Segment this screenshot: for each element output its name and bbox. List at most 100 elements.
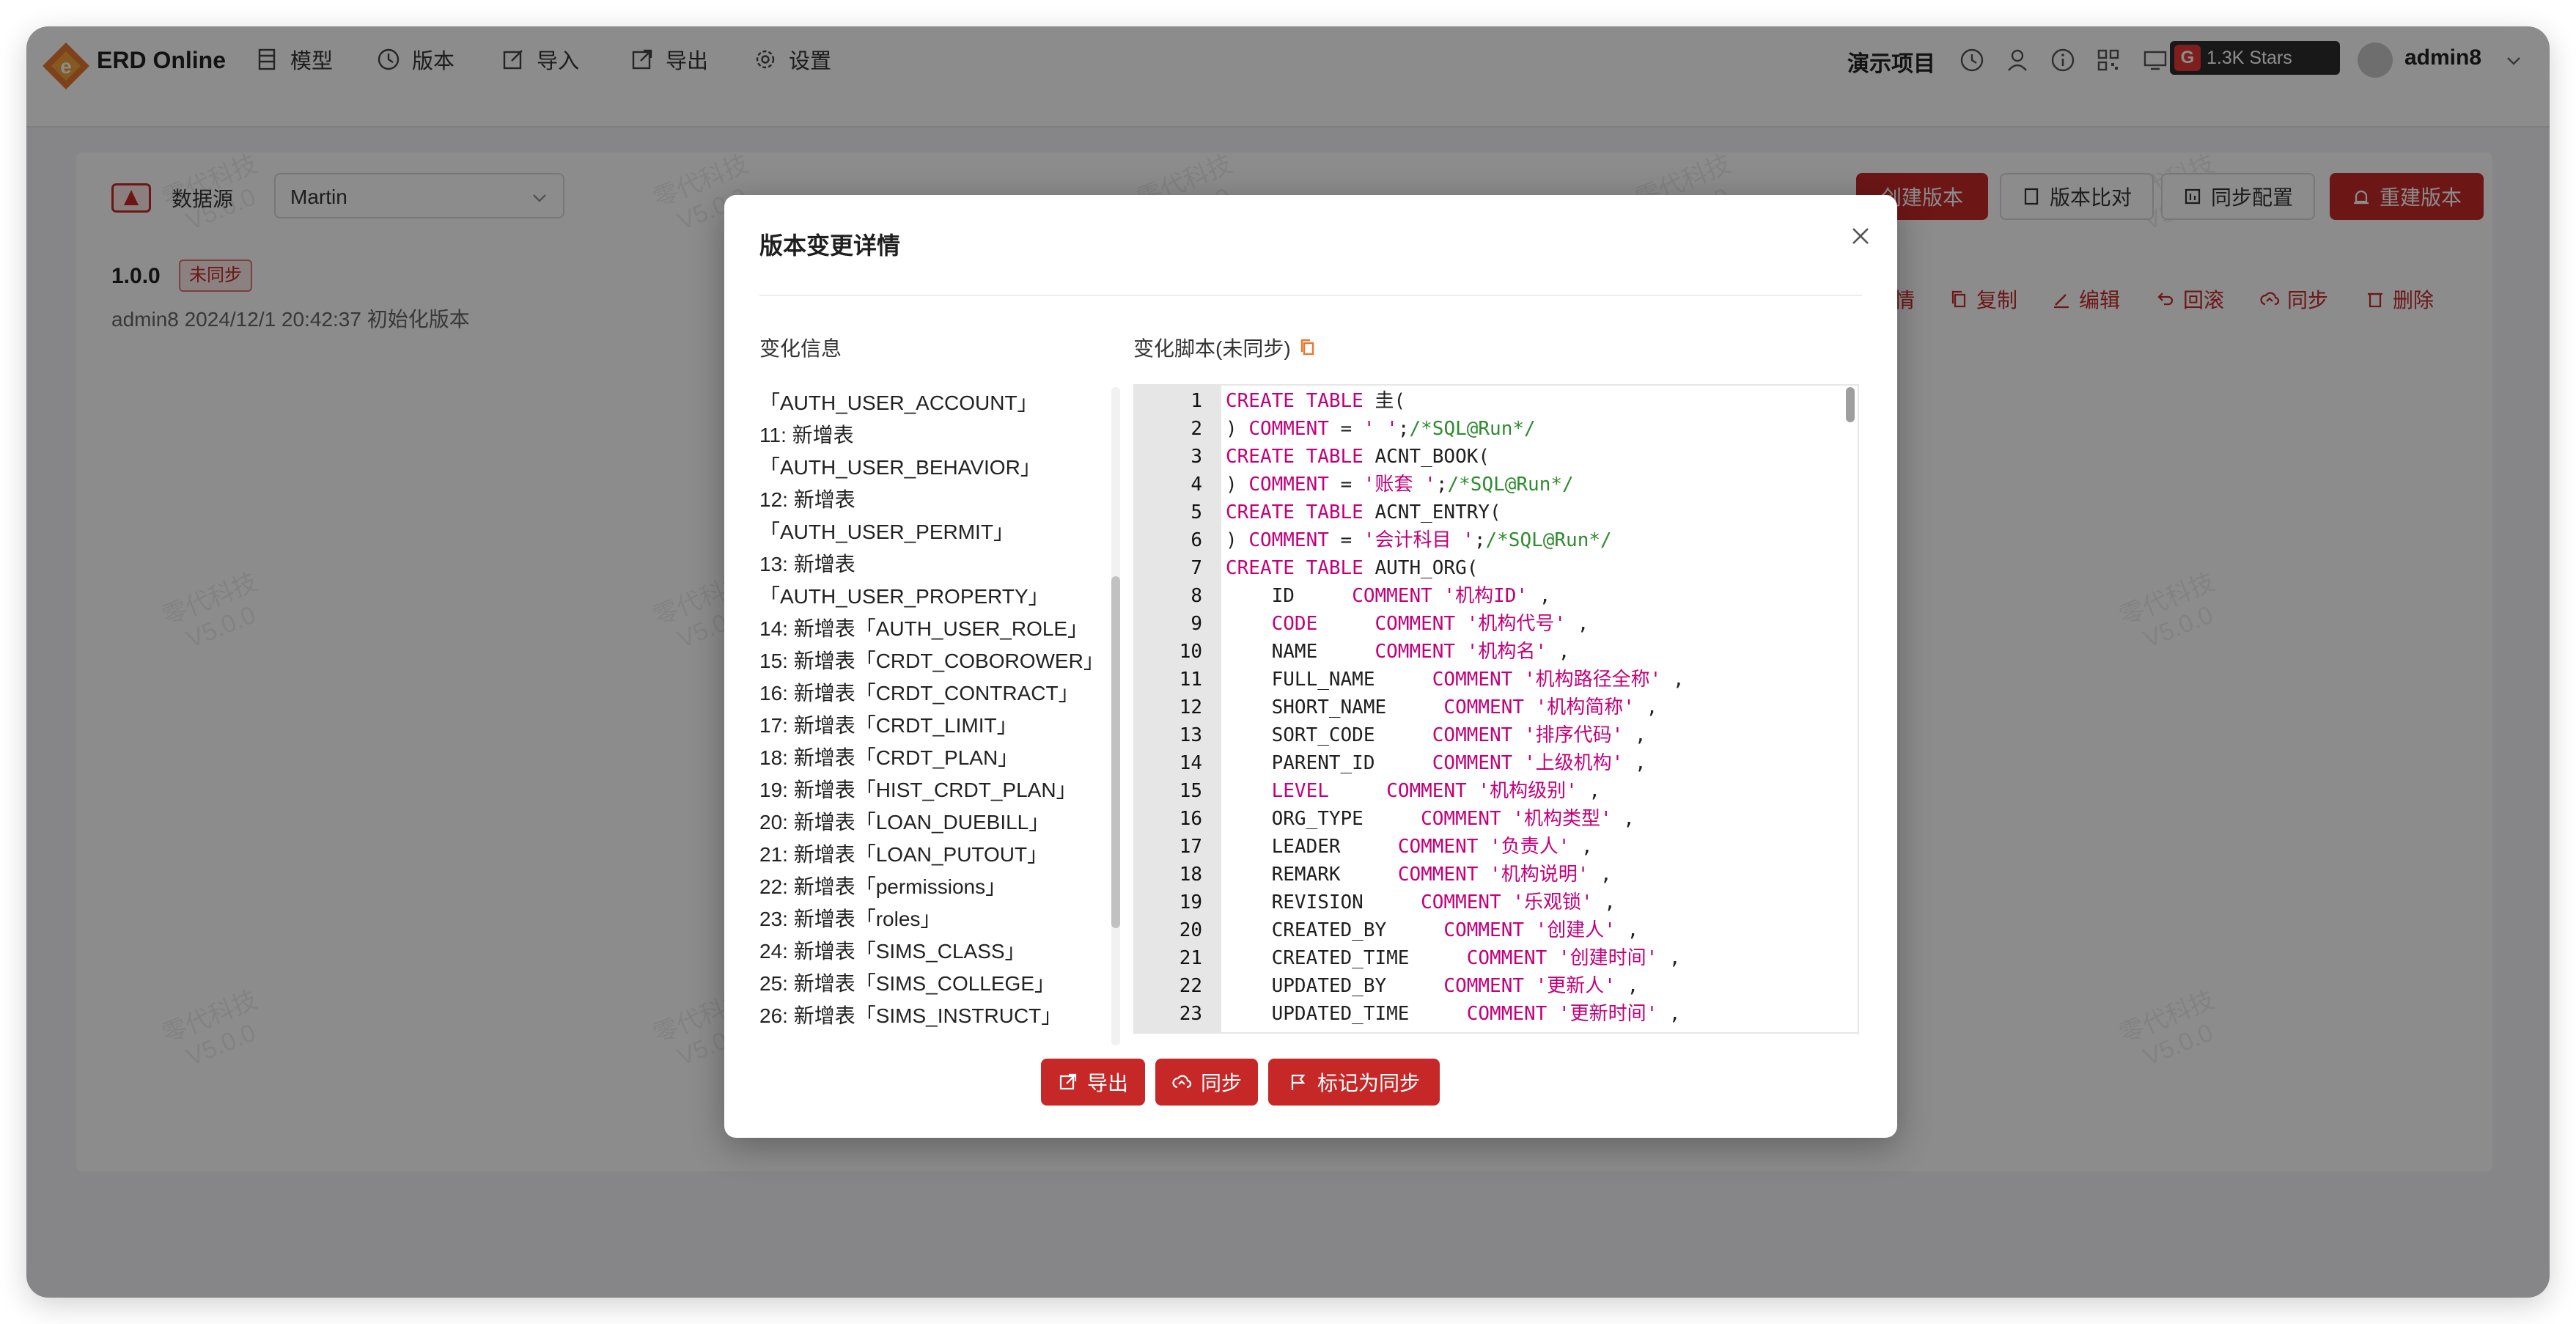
code-token: PARENT_ID <box>1226 752 1432 774</box>
line-number: 3 <box>1191 446 1202 468</box>
code-text: CODE COMMENT '机构代号' , <box>1226 610 1589 638</box>
change-item: 「AUTH_USER_PROPERTY」 <box>759 585 1049 608</box>
code-token: = <box>1328 418 1364 440</box>
code-text: CREATED_TIME COMMENT '创建时间' , <box>1226 944 1681 972</box>
code-token: , <box>1623 724 1646 746</box>
code-text: CREATE TABLE 圭( <box>1226 387 1405 415</box>
code-token: , <box>1615 975 1639 997</box>
code-token: ; <box>1435 474 1448 496</box>
code-token: CREATE TABLE <box>1226 501 1364 523</box>
code-token: COMMENT <box>1432 752 1513 774</box>
code-token: '更新人' <box>1535 975 1616 997</box>
code-scroll-thumb[interactable] <box>1846 387 1855 422</box>
code-token: , <box>1547 641 1570 663</box>
code-token: COMMENT <box>1375 613 1456 635</box>
code-token: /*SQL@Run*/ <box>1485 529 1612 551</box>
sql-code-editor[interactable]: 1 CREATE TABLE 圭(2) COMMENT = ' ';/*SQL@R… <box>1133 384 1859 1034</box>
code-token: '机构类型' <box>1512 808 1612 830</box>
line-number: 23 <box>1179 1003 1202 1025</box>
dialog-title: 版本变更详情 <box>759 232 901 259</box>
code-line: 7 CREATE TABLE AUTH_ORG( <box>1135 554 1858 582</box>
code-token: '负责人' <box>1490 836 1570 858</box>
change-info-title: 变化信息 <box>759 337 842 360</box>
code-token: '排序代码' <box>1524 724 1624 746</box>
code-text: LEVEL COMMENT '机构级别' , <box>1226 777 1600 805</box>
code-token: COMMENT <box>1443 919 1524 941</box>
code-token: COMMENT <box>1248 529 1329 551</box>
code-text: ID COMMENT '机构ID' , <box>1226 582 1551 610</box>
code-token: ' ' <box>1363 418 1398 440</box>
code-line: 23 UPDATED_TIME COMMENT '更新时间' , <box>1135 1000 1858 1028</box>
export-button[interactable]: 导出 <box>1041 1059 1145 1106</box>
line-number: 15 <box>1179 780 1202 802</box>
code-line: 3 CREATE TABLE ACNT_BOOK( <box>1135 443 1858 471</box>
code-line: 13 SORT_CODE COMMENT '排序代码' , <box>1135 721 1858 749</box>
code-token: ; <box>1397 418 1410 440</box>
code-token: CREATE TABLE <box>1226 390 1364 412</box>
code-token: , <box>1623 752 1646 774</box>
close-icon[interactable] <box>1846 221 1875 251</box>
code-token: LEVEL <box>1271 780 1329 802</box>
code-token: , <box>1657 947 1681 969</box>
change-list[interactable]: 「AUTH_USER_ACCOUNT」 11: 新增表 「AUTH_USER_BEH… <box>759 387 1104 1048</box>
code-text: UPDATED_TIME COMMENT '更新时间' , <box>1226 1000 1681 1028</box>
line-number: 7 <box>1191 557 1202 579</box>
line-number: 11 <box>1179 669 1202 691</box>
code-token: , <box>1661 669 1685 691</box>
code-token: = <box>1328 529 1364 551</box>
line-number: 13 <box>1179 724 1202 746</box>
line-number: 17 <box>1179 836 1202 858</box>
version-change-dialog: 版本变更详情 变化信息 变化脚本(未同步) 「AUTH_USER_ACCOUNT… <box>724 195 1897 1138</box>
code-line: 5 CREATE TABLE ACNT_ENTRY( <box>1135 499 1858 526</box>
change-item: 15: 新增表「CRDT_COBOROWER」 <box>759 650 1104 672</box>
change-item: 「AUTH_USER_PERMIT」 <box>759 521 1014 543</box>
code-token: REVISION <box>1226 891 1421 913</box>
change-item: 23: 新增表「roles」 <box>759 908 941 930</box>
code-line: 8 ID COMMENT '机构ID' , <box>1135 582 1858 610</box>
change-list-scroll-thumb[interactable] <box>1111 576 1120 928</box>
code-token: COMMENT <box>1432 724 1513 746</box>
code-token: '机构说明' <box>1490 864 1589 886</box>
code-token: , <box>1592 891 1616 913</box>
code-token: CREATE TABLE <box>1226 446 1364 468</box>
code-token: , <box>1611 808 1635 830</box>
line-number: 21 <box>1179 947 1202 969</box>
change-item: 22: 新增表「permissions」 <box>759 875 1007 898</box>
change-item: 12: 新增表 <box>759 488 855 511</box>
code-line: 9 CODE COMMENT '机构代号' , <box>1135 610 1858 638</box>
code-text: CREATE TABLE AUTH_ORG( <box>1226 554 1478 582</box>
code-token: NAME <box>1226 641 1375 663</box>
code-token: ) <box>1226 529 1249 551</box>
copy-icon[interactable] <box>1297 337 1317 358</box>
code-text: REMARK COMMENT '机构说明' , <box>1226 861 1612 889</box>
code-token: '机构简称' <box>1535 696 1635 718</box>
code-token: '账套 ' <box>1363 474 1436 496</box>
code-text: SHORT_NAME COMMENT '机构简称' , <box>1226 694 1658 721</box>
cloud-upload-icon <box>1172 1075 1192 1089</box>
code-line: 16 ORG_TYPE COMMENT '机构类型' , <box>1135 805 1858 833</box>
code-token: ID <box>1226 585 1353 607</box>
code-text: LEADER COMMENT '负责人' , <box>1226 833 1593 861</box>
code-text: REVISION COMMENT '乐观锁' , <box>1226 889 1616 916</box>
change-item: 18: 新增表「CRDT_PLAN」 <box>759 746 1019 769</box>
line-number: 12 <box>1179 696 1202 718</box>
code-line: 18 REMARK COMMENT '机构说明' , <box>1135 861 1858 889</box>
code-line: 1 CREATE TABLE 圭( <box>1135 387 1858 415</box>
mark-synced-button[interactable]: 标记为同步 <box>1268 1059 1440 1106</box>
code-line: 19 REVISION COMMENT '乐观锁' , <box>1135 889 1858 916</box>
code-line: 22 UPDATED_BY COMMENT '更新人' , <box>1135 972 1858 1000</box>
code-line: 21 CREATED_TIME COMMENT '创建时间' , <box>1135 944 1858 972</box>
sync-button[interactable]: 同步 <box>1155 1059 1258 1106</box>
